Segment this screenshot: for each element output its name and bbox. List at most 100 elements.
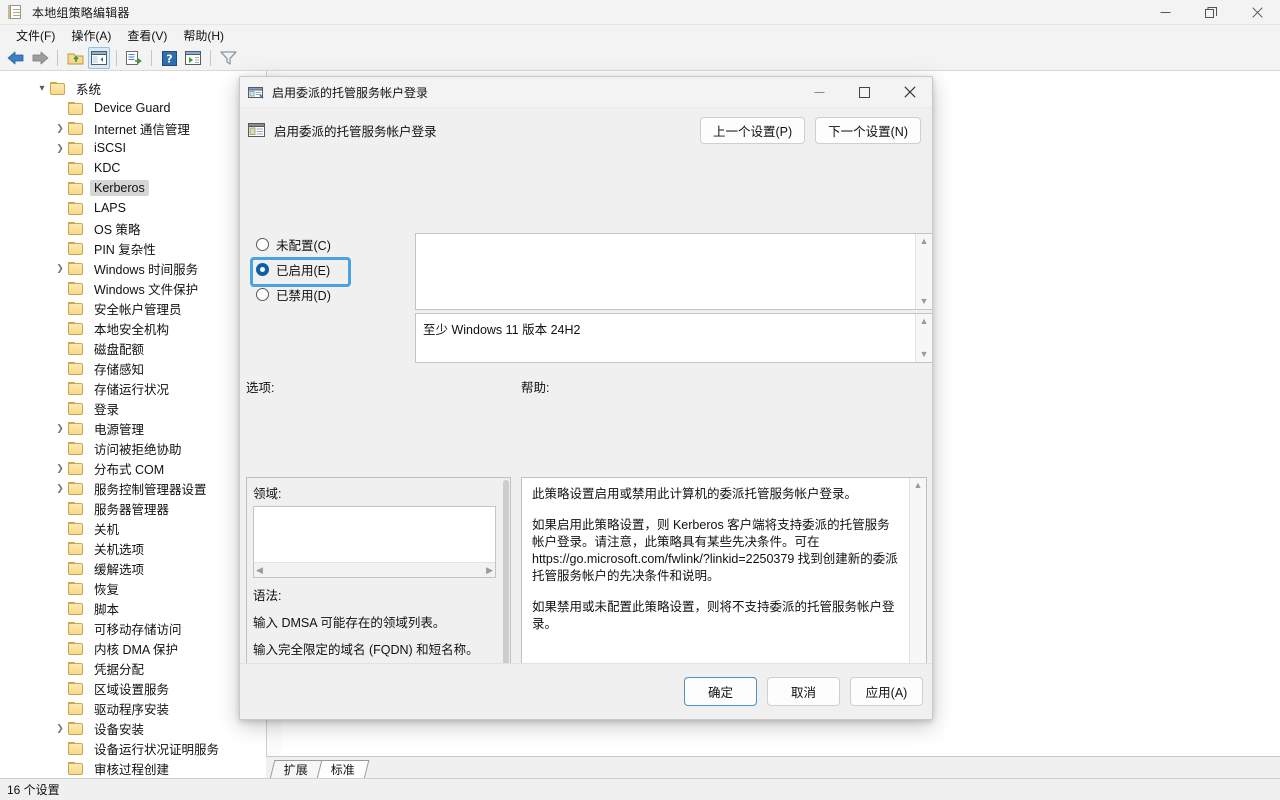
previous-setting-button[interactable]: 上一个设置(P) bbox=[699, 116, 806, 144]
radio-enabled[interactable]: 已启用(E) bbox=[250, 257, 360, 282]
tree-node[interactable]: OS 策略 bbox=[0, 218, 266, 238]
chevron-right-icon[interactable]: ❯ bbox=[52, 458, 68, 478]
show-hide-tree-icon[interactable] bbox=[88, 47, 110, 69]
folder-icon bbox=[68, 541, 84, 555]
platform-textbox: 至少 Windows 11 版本 24H2 ▲ ▼ bbox=[415, 313, 932, 363]
dialog-nav-buttons: 上一个设置(P) 下一个设置(N) bbox=[699, 116, 921, 144]
tree-node[interactable]: Device Guard bbox=[0, 98, 266, 118]
scroll-up-icon[interactable]: ▲ bbox=[920, 317, 929, 326]
cancel-button[interactable]: 取消 bbox=[767, 677, 840, 706]
tree-node[interactable]: 存储运行状况 bbox=[0, 378, 266, 398]
apply-button[interactable]: 应用(A) bbox=[850, 677, 923, 706]
maximize-icon[interactable] bbox=[1188, 0, 1234, 25]
dialog-minimize-icon[interactable] bbox=[797, 77, 842, 108]
tree-node[interactable]: Kerberos bbox=[0, 178, 266, 198]
scroll-up-icon[interactable]: ▲ bbox=[914, 481, 923, 490]
tree-node[interactable]: ❯ 服务控制管理器设置 bbox=[0, 478, 266, 498]
comment-scrollbar[interactable]: ▲ ▼ bbox=[915, 234, 932, 309]
up-folder-icon[interactable] bbox=[64, 47, 86, 69]
scroll-left-icon[interactable]: ◀ bbox=[256, 565, 263, 575]
platform-scrollbar[interactable]: ▲ ▼ bbox=[915, 314, 932, 362]
close-icon[interactable] bbox=[1234, 0, 1280, 25]
tree-node[interactable]: ❯ Internet 通信管理 bbox=[0, 118, 266, 138]
help-paragraph: 如果启用此策略设置，则 Kerberos 客户端将支持委派的托管服务帐户登录。请… bbox=[532, 518, 898, 583]
window-titlebar: 本地组策略编辑器 bbox=[0, 0, 1280, 25]
policy-tree-pane[interactable]: ▾ 系统 Device Guard ❯ Internet 通信管理 ❯ iSCSI KDC… bbox=[0, 71, 266, 776]
menu-item-action[interactable]: 操作(A) bbox=[63, 25, 119, 46]
filter-icon[interactable] bbox=[217, 47, 239, 69]
chevron-right-icon[interactable]: ❯ bbox=[52, 478, 68, 498]
scroll-up-icon[interactable]: ▲ bbox=[920, 237, 929, 246]
minimize-icon[interactable] bbox=[1142, 0, 1188, 25]
toolbar-separator bbox=[116, 50, 117, 66]
tree-node[interactable]: PIN 复杂性 bbox=[0, 238, 266, 258]
realms-hscrollbar[interactable]: ◀ ▶ bbox=[254, 562, 495, 577]
tree-node[interactable]: KDC bbox=[0, 158, 266, 178]
chevron-right-icon[interactable]: ❯ bbox=[52, 118, 68, 138]
tree-node[interactable]: 内核 DMA 保护 bbox=[0, 638, 266, 658]
scroll-down-icon[interactable]: ▼ bbox=[920, 350, 929, 359]
tree-node[interactable]: 区域设置服务 bbox=[0, 678, 266, 698]
tree-node[interactable]: 凭据分配 bbox=[0, 658, 266, 678]
tree-node[interactable]: 审核过程创建 bbox=[0, 758, 266, 776]
chevron-right-icon[interactable]: ❯ bbox=[52, 718, 68, 738]
tree-node[interactable]: 恢复 bbox=[0, 578, 266, 598]
tab-extended[interactable]: 扩展 bbox=[269, 760, 323, 779]
scroll-right-icon[interactable]: ▶ bbox=[486, 565, 493, 575]
tree-node[interactable]: LAPS bbox=[0, 198, 266, 218]
radio-enabled-indicator bbox=[256, 263, 269, 276]
realms-listbox[interactable]: ◀ ▶ bbox=[253, 506, 496, 578]
chevron-right-icon[interactable]: ❯ bbox=[52, 258, 68, 278]
tree-node[interactable]: 关机选项 bbox=[0, 538, 266, 558]
next-setting-button[interactable]: 下一个设置(N) bbox=[815, 116, 921, 144]
tab-standard[interactable]: 标准 bbox=[316, 760, 370, 779]
comment-value[interactable] bbox=[416, 234, 915, 309]
tree-node[interactable]: 安全帐户管理员 bbox=[0, 298, 266, 318]
tree-node[interactable]: ❯ 设备安装 bbox=[0, 718, 266, 738]
tree-node-label: 本地安全机构 bbox=[94, 322, 170, 337]
policy-setting-header-icon bbox=[248, 122, 266, 138]
chevron-down-icon[interactable]: ▾ bbox=[34, 78, 50, 98]
menu-item-view[interactable]: 查看(V) bbox=[119, 25, 175, 46]
tree-node[interactable]: Windows 文件保护 bbox=[0, 278, 266, 298]
radio-not-configured[interactable]: 未配置(C) bbox=[250, 232, 360, 257]
tree-node[interactable]: 登录 bbox=[0, 398, 266, 418]
menu-item-file[interactable]: 文件(F) bbox=[8, 25, 63, 46]
tree-node[interactable]: ❯ 电源管理 bbox=[0, 418, 266, 438]
radio-not-configured-label: 未配置(C) bbox=[276, 239, 331, 253]
tree-node[interactable]: 关机 bbox=[0, 518, 266, 538]
forward-icon[interactable] bbox=[29, 47, 51, 69]
folder-icon bbox=[68, 601, 84, 615]
dialog-close-icon[interactable] bbox=[887, 77, 932, 108]
tree-node[interactable]: 访问被拒绝协助 bbox=[0, 438, 266, 458]
chevron-right-icon[interactable]: ❯ bbox=[52, 418, 68, 438]
tree-node[interactable]: ❯ Windows 时间服务 bbox=[0, 258, 266, 278]
tree-node[interactable]: 存储感知 bbox=[0, 358, 266, 378]
dialog-maximize-icon[interactable] bbox=[842, 77, 887, 108]
tree-node[interactable]: 设备运行状况证明服务 bbox=[0, 738, 266, 758]
tree-node[interactable]: 服务器管理器 bbox=[0, 498, 266, 518]
tree-node[interactable]: 脚本 bbox=[0, 598, 266, 618]
scroll-down-icon[interactable]: ▼ bbox=[920, 297, 929, 306]
tree-node[interactable]: 本地安全机构 bbox=[0, 318, 266, 338]
tree-node[interactable]: 缓解选项 bbox=[0, 558, 266, 578]
tree-node-root[interactable]: ▾ 系统 bbox=[0, 78, 266, 98]
tree-node[interactable]: ❯ 分布式 COM bbox=[0, 458, 266, 478]
properties-icon[interactable] bbox=[182, 47, 204, 69]
tree-node[interactable]: 可移动存储访问 bbox=[0, 618, 266, 638]
menu-item-help[interactable]: 帮助(H) bbox=[175, 25, 232, 46]
folder-icon bbox=[68, 141, 84, 155]
tree-node[interactable]: 驱动程序安装 bbox=[0, 698, 266, 718]
help-icon[interactable]: ? bbox=[158, 47, 180, 69]
radio-disabled[interactable]: 已禁用(D) bbox=[250, 282, 360, 307]
export-list-icon[interactable] bbox=[123, 47, 145, 69]
tree-node[interactable]: ❯ iSCSI bbox=[0, 138, 266, 158]
comment-textbox[interactable]: ▲ ▼ bbox=[415, 233, 932, 310]
ok-button[interactable]: 确定 bbox=[684, 677, 757, 706]
folder-icon bbox=[50, 81, 66, 95]
back-icon[interactable] bbox=[5, 47, 27, 69]
tree-node[interactable]: 磁盘配额 bbox=[0, 338, 266, 358]
chevron-right-icon[interactable]: ❯ bbox=[52, 138, 68, 158]
folder-icon bbox=[68, 401, 84, 415]
